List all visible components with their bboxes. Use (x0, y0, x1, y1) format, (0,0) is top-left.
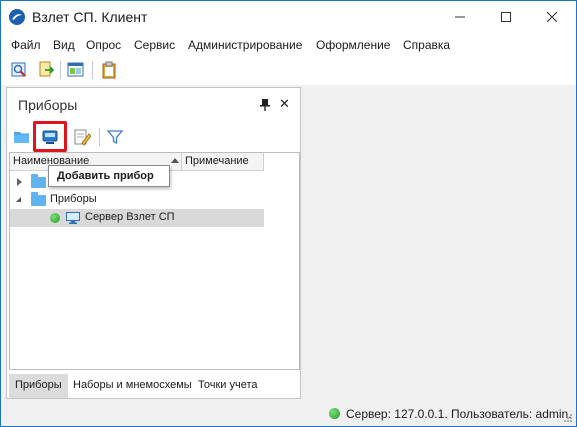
column-header-note-label: Примечание (185, 155, 249, 167)
menu-file[interactable]: Файл (11, 38, 41, 52)
folder-icon[interactable] (13, 128, 31, 146)
maximize-icon (501, 12, 511, 22)
window-layout-icon[interactable] (67, 61, 85, 79)
devices-panel: Приборы ✕ Наименование Примечание Прибор… (6, 87, 301, 399)
tree-node-label: Приборы (50, 193, 97, 205)
resize-grip-icon[interactable] (563, 413, 573, 423)
app-logo-icon (9, 9, 25, 25)
panel-title: Приборы (18, 97, 78, 113)
menu-administration[interactable]: Администрирование (188, 38, 302, 52)
title-bar: Взлет СП. Клиент (1, 1, 576, 33)
toolbar-separator (60, 61, 61, 79)
toolbar-separator (92, 61, 93, 79)
panel-tabs: Приборы Наборы и мнемосхемы Точки учета (7, 374, 300, 398)
close-icon (547, 12, 557, 22)
column-header-note[interactable]: Примечание (182, 153, 264, 171)
folder-icon (31, 174, 46, 188)
menu-help[interactable]: Справка (403, 38, 450, 52)
connection-status-icon (329, 408, 340, 419)
menu-poll[interactable]: Опрос (86, 38, 121, 52)
expand-icon[interactable] (17, 178, 22, 186)
tree-row-selected[interactable]: Сервер Взлет СП (10, 209, 264, 227)
minimize-button[interactable] (437, 1, 483, 33)
export-icon[interactable] (37, 61, 55, 79)
add-device-icon[interactable] (41, 128, 59, 146)
app-window: Взлет СП. Клиент Файл Вид Опрос Сервис А… (0, 0, 577, 427)
clipboard-icon[interactable] (100, 61, 118, 79)
menu-bar: Файл Вид Опрос Сервис Администрирование … (1, 33, 576, 55)
window-title: Взлет СП. Клиент (32, 9, 148, 25)
tab-sets-and-diagrams[interactable]: Наборы и мнемосхемы (67, 374, 198, 398)
tree-node-label: Сервер Взлет СП (85, 211, 175, 223)
panel-close-button[interactable]: ✕ (279, 96, 290, 112)
menu-view[interactable]: Вид (53, 38, 75, 52)
tab-metering-points[interactable]: Точки учета (192, 374, 264, 398)
tree-row[interactable]: Приборы (10, 191, 264, 209)
pin-icon[interactable] (260, 99, 270, 111)
panel-toolbar-separator (99, 128, 100, 146)
minimize-icon (455, 16, 465, 18)
collapse-icon[interactable] (16, 197, 21, 202)
connect-icon[interactable] (10, 61, 28, 79)
close-button[interactable] (529, 1, 575, 33)
filter-icon[interactable] (106, 128, 124, 146)
computer-icon (66, 212, 80, 224)
folder-icon (31, 192, 46, 206)
status-text: Сервер: 127.0.0.1. Пользователь: admin. (346, 407, 572, 421)
tab-devices[interactable]: Приборы (9, 374, 68, 398)
edit-icon[interactable] (73, 128, 91, 146)
main-toolbar (1, 55, 576, 85)
menu-service[interactable]: Сервис (134, 38, 175, 52)
maximize-button[interactable] (483, 1, 529, 33)
status-bar: Сервер: 127.0.0.1. Пользователь: admin. (1, 401, 576, 426)
add-device-tooltip: Добавить прибор (48, 165, 170, 187)
online-status-icon (50, 213, 60, 223)
menu-appearance[interactable]: Оформление (316, 38, 390, 52)
sort-ascending-icon (171, 158, 179, 163)
